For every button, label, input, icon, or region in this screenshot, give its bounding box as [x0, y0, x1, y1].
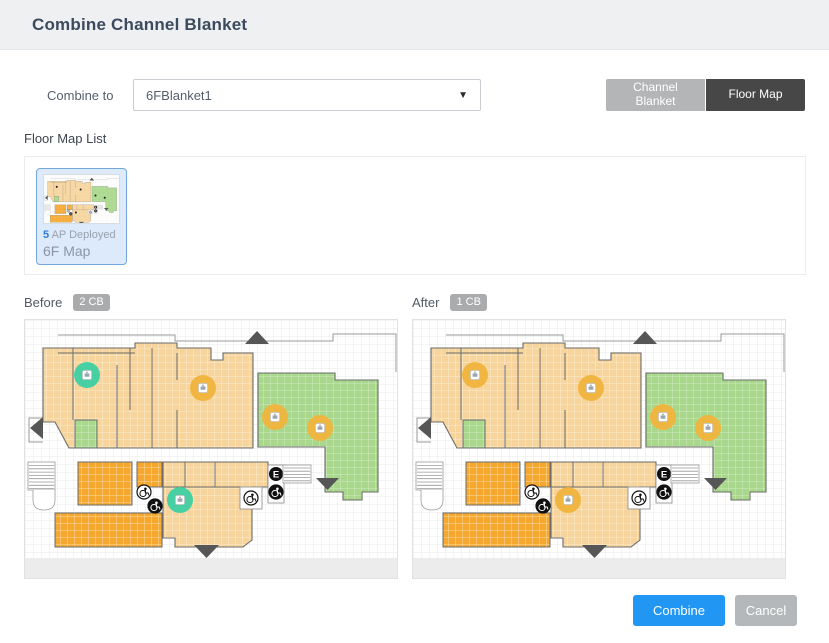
- floor-map-card[interactable]: E: [36, 168, 127, 265]
- ap-marker[interactable]: [462, 362, 488, 388]
- tab-floor-map[interactable]: Floor Map: [706, 79, 805, 111]
- ap-dot: [80, 188, 82, 190]
- combine-to-label: Combine to: [47, 88, 133, 103]
- after-column: After 1 CB: [412, 293, 786, 579]
- wheelchair-icon: [657, 485, 671, 499]
- wheelchair-icon: [244, 491, 258, 505]
- room-dark-orange: [50, 215, 72, 222]
- room-small-green: [75, 420, 97, 448]
- ap-marker[interactable]: [695, 415, 721, 441]
- tab-channel-blanket[interactable]: Channel Blanket: [606, 79, 705, 111]
- dropdown-selected-value: 6FBlanket1: [146, 88, 212, 103]
- elevator-icon: E: [657, 467, 671, 481]
- before-header: Before 2 CB: [24, 293, 398, 312]
- room-dark-orange: [67, 205, 72, 210]
- accessible-box: [240, 487, 262, 509]
- comparison-row: Before 2 CB: [24, 293, 805, 579]
- after-label: After: [412, 295, 439, 310]
- wheelchair-icon: [148, 499, 162, 513]
- wheelchair-icon: [94, 209, 97, 212]
- ap-marker[interactable]: [650, 404, 676, 430]
- stairs-icon: [671, 465, 699, 483]
- stairs-icon: [283, 465, 311, 483]
- room-dark-orange: [137, 462, 162, 487]
- room-dark-orange: [55, 513, 162, 547]
- floor-map-thumbnail: E: [43, 174, 120, 224]
- combine-to-row: Combine to 6FBlanket1 ▼ Channel Blanket …: [24, 79, 805, 111]
- footer-actions: Combine Cancel: [633, 595, 797, 626]
- dialog-header: Combine Channel Blanket: [0, 0, 829, 50]
- floor-map-list-label: Floor Map List: [24, 131, 805, 146]
- room-small-green: [54, 196, 59, 202]
- room-dark-orange: [55, 205, 66, 214]
- before-map[interactable]: E: [24, 319, 398, 579]
- ap-marker[interactable]: [307, 415, 333, 441]
- ap-dot: [75, 212, 77, 214]
- wheelchair-icon: [69, 212, 72, 215]
- wheelchair-icon: [89, 211, 92, 214]
- elevator-box: E: [268, 465, 284, 503]
- view-toggle-group: Channel Blanket Floor Map: [606, 79, 805, 111]
- wheelchair-icon: [67, 209, 70, 212]
- after-cb-badge: 1 CB: [450, 294, 486, 311]
- combine-to-dropdown[interactable]: 6FBlanket1 ▼: [133, 79, 481, 111]
- room-dark-orange: [78, 462, 132, 505]
- ap-marker[interactable]: [555, 487, 581, 513]
- elevator-box: E: [656, 465, 672, 503]
- wheelchair-icon: [269, 485, 283, 499]
- room-dark-orange: [466, 462, 520, 505]
- ap-dot: [56, 186, 58, 188]
- ap-count: 5: [43, 229, 49, 241]
- stairs-icon: [97, 205, 103, 209]
- floor-map-name: 6F Map: [43, 243, 120, 259]
- before-label: Before: [24, 295, 62, 310]
- elevator-icon: E: [269, 467, 283, 481]
- room-dark-orange: [525, 462, 550, 487]
- floor-map-list-container: E: [24, 156, 806, 275]
- before-column: Before 2 CB: [24, 293, 398, 579]
- ap-count-label: AP Deployed: [52, 229, 116, 241]
- ap-dot: [104, 197, 106, 199]
- ap-marker[interactable]: [262, 404, 288, 430]
- combine-button[interactable]: Combine: [633, 595, 725, 626]
- cancel-button[interactable]: Cancel: [735, 595, 797, 626]
- ap-marker[interactable]: [167, 487, 193, 513]
- ap-marker[interactable]: [74, 362, 100, 388]
- ap-marker[interactable]: [190, 375, 216, 401]
- dialog-title: Combine Channel Blanket: [32, 15, 247, 35]
- ap-deployed-line: 5 AP Deployed: [43, 229, 120, 241]
- after-map[interactable]: E: [412, 319, 786, 579]
- after-header: After 1 CB: [412, 293, 786, 312]
- before-cb-badge: 2 CB: [73, 294, 109, 311]
- accessible-box: [88, 210, 93, 215]
- wheelchair-icon: [536, 499, 550, 513]
- wheelchair-icon: [137, 485, 151, 499]
- room-small-green: [463, 420, 485, 448]
- wheelchair-icon: [525, 485, 539, 499]
- accessible-box: [628, 487, 650, 509]
- ap-marker[interactable]: [578, 375, 604, 401]
- wheelchair-icon: [632, 491, 646, 505]
- elevator-box: E: [94, 205, 97, 213]
- ap-dot: [94, 194, 96, 196]
- chevron-down-icon: ▼: [458, 90, 468, 101]
- svg-text:E: E: [273, 469, 279, 480]
- svg-text:E: E: [661, 469, 667, 480]
- room-dark-orange: [443, 513, 550, 547]
